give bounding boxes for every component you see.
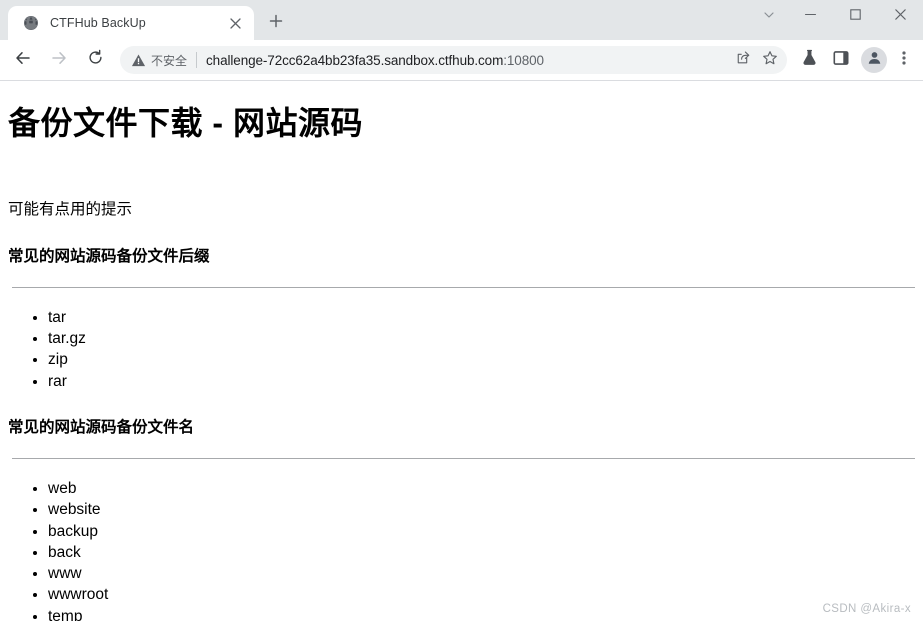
plus-icon [269, 14, 283, 33]
forward-arrow-icon [50, 49, 68, 72]
address-bar[interactable]: 不安全 challenge-72cc62a4bb23fa35.sandbox.c… [120, 46, 787, 74]
forward-button[interactable] [44, 45, 74, 75]
maximize-button[interactable] [833, 0, 878, 34]
share-icon [736, 50, 751, 70]
reload-button[interactable] [80, 45, 110, 75]
labs-button[interactable] [795, 46, 823, 74]
tab-close-icon[interactable] [226, 14, 244, 32]
chevron-down-icon [763, 8, 775, 26]
list-item: temp [48, 606, 915, 621]
page-title: 备份文件下载 - 网站源码 [8, 105, 363, 141]
side-panel-icon [833, 50, 849, 71]
window-controls [750, 0, 923, 34]
minimize-icon [804, 8, 817, 26]
url-host: challenge-72cc62a4bb23fa35.sandbox.ctfhu… [206, 52, 504, 68]
share-button[interactable] [730, 47, 756, 73]
list-item: wwwroot [48, 584, 915, 605]
tab-search-button[interactable] [750, 0, 788, 34]
side-panel-button[interactable] [827, 46, 855, 74]
watermark: CSDN @Akira-x [822, 603, 911, 615]
list-item: website [48, 499, 915, 520]
browser-window: CTFHub BackUp 不安全 challenge-72cc62a4bb23… [0, 0, 923, 621]
chrome-menu-button[interactable] [891, 46, 917, 74]
list-item: back [48, 542, 915, 563]
globe-icon [22, 15, 39, 32]
browser-toolbar: 不安全 challenge-72cc62a4bb23fa35.sandbox.c… [0, 40, 923, 81]
warning-triangle-icon[interactable] [130, 52, 146, 68]
omnibox-divider [196, 52, 198, 68]
list-item: rar [48, 371, 915, 392]
reload-icon [87, 49, 104, 71]
back-button[interactable] [8, 45, 38, 75]
list-item: zip [48, 349, 915, 370]
profile-button[interactable] [861, 47, 887, 73]
close-icon [894, 8, 907, 26]
tab-strip: CTFHub BackUp [0, 0, 923, 40]
list-item: web [48, 478, 915, 499]
list-item: tar.gz [48, 328, 915, 349]
new-tab-button[interactable] [262, 9, 290, 37]
person-avatar-icon [866, 49, 883, 71]
page-content: 备份文件下载 - 网站源码 可能有点用的提示 常见的网站源码备份文件后缀 tar… [0, 81, 923, 621]
section-heading-filenames: 常见的网站源码备份文件名 [8, 418, 195, 436]
section-divider [12, 286, 915, 288]
backup-suffix-list: tar tar.gz zip rar [8, 307, 915, 392]
back-arrow-icon [14, 49, 32, 72]
three-dot-menu-icon [902, 50, 906, 71]
security-status-label: 不安全 [151, 53, 188, 68]
url-display: challenge-72cc62a4bb23fa35.sandbox.ctfhu… [206, 53, 729, 68]
page-hint-text: 可能有点用的提示 [8, 201, 133, 219]
list-item: www [48, 563, 915, 584]
browser-tab[interactable]: CTFHub BackUp [8, 6, 254, 40]
url-port: :10800 [503, 52, 544, 68]
minimize-button[interactable] [788, 0, 833, 34]
close-window-button[interactable] [878, 0, 923, 34]
flask-icon [801, 49, 818, 71]
tab-title: CTFHub BackUp [50, 16, 146, 30]
list-item: backup [48, 521, 915, 542]
star-icon [762, 50, 778, 71]
backup-filename-list: web website backup back www wwwroot temp [8, 478, 915, 621]
maximize-icon [849, 8, 862, 26]
section-heading-suffixes: 常见的网站源码备份文件后缀 [8, 247, 210, 265]
bookmark-button[interactable] [757, 47, 783, 73]
list-item: tar [48, 307, 915, 328]
section-divider [12, 458, 915, 459]
